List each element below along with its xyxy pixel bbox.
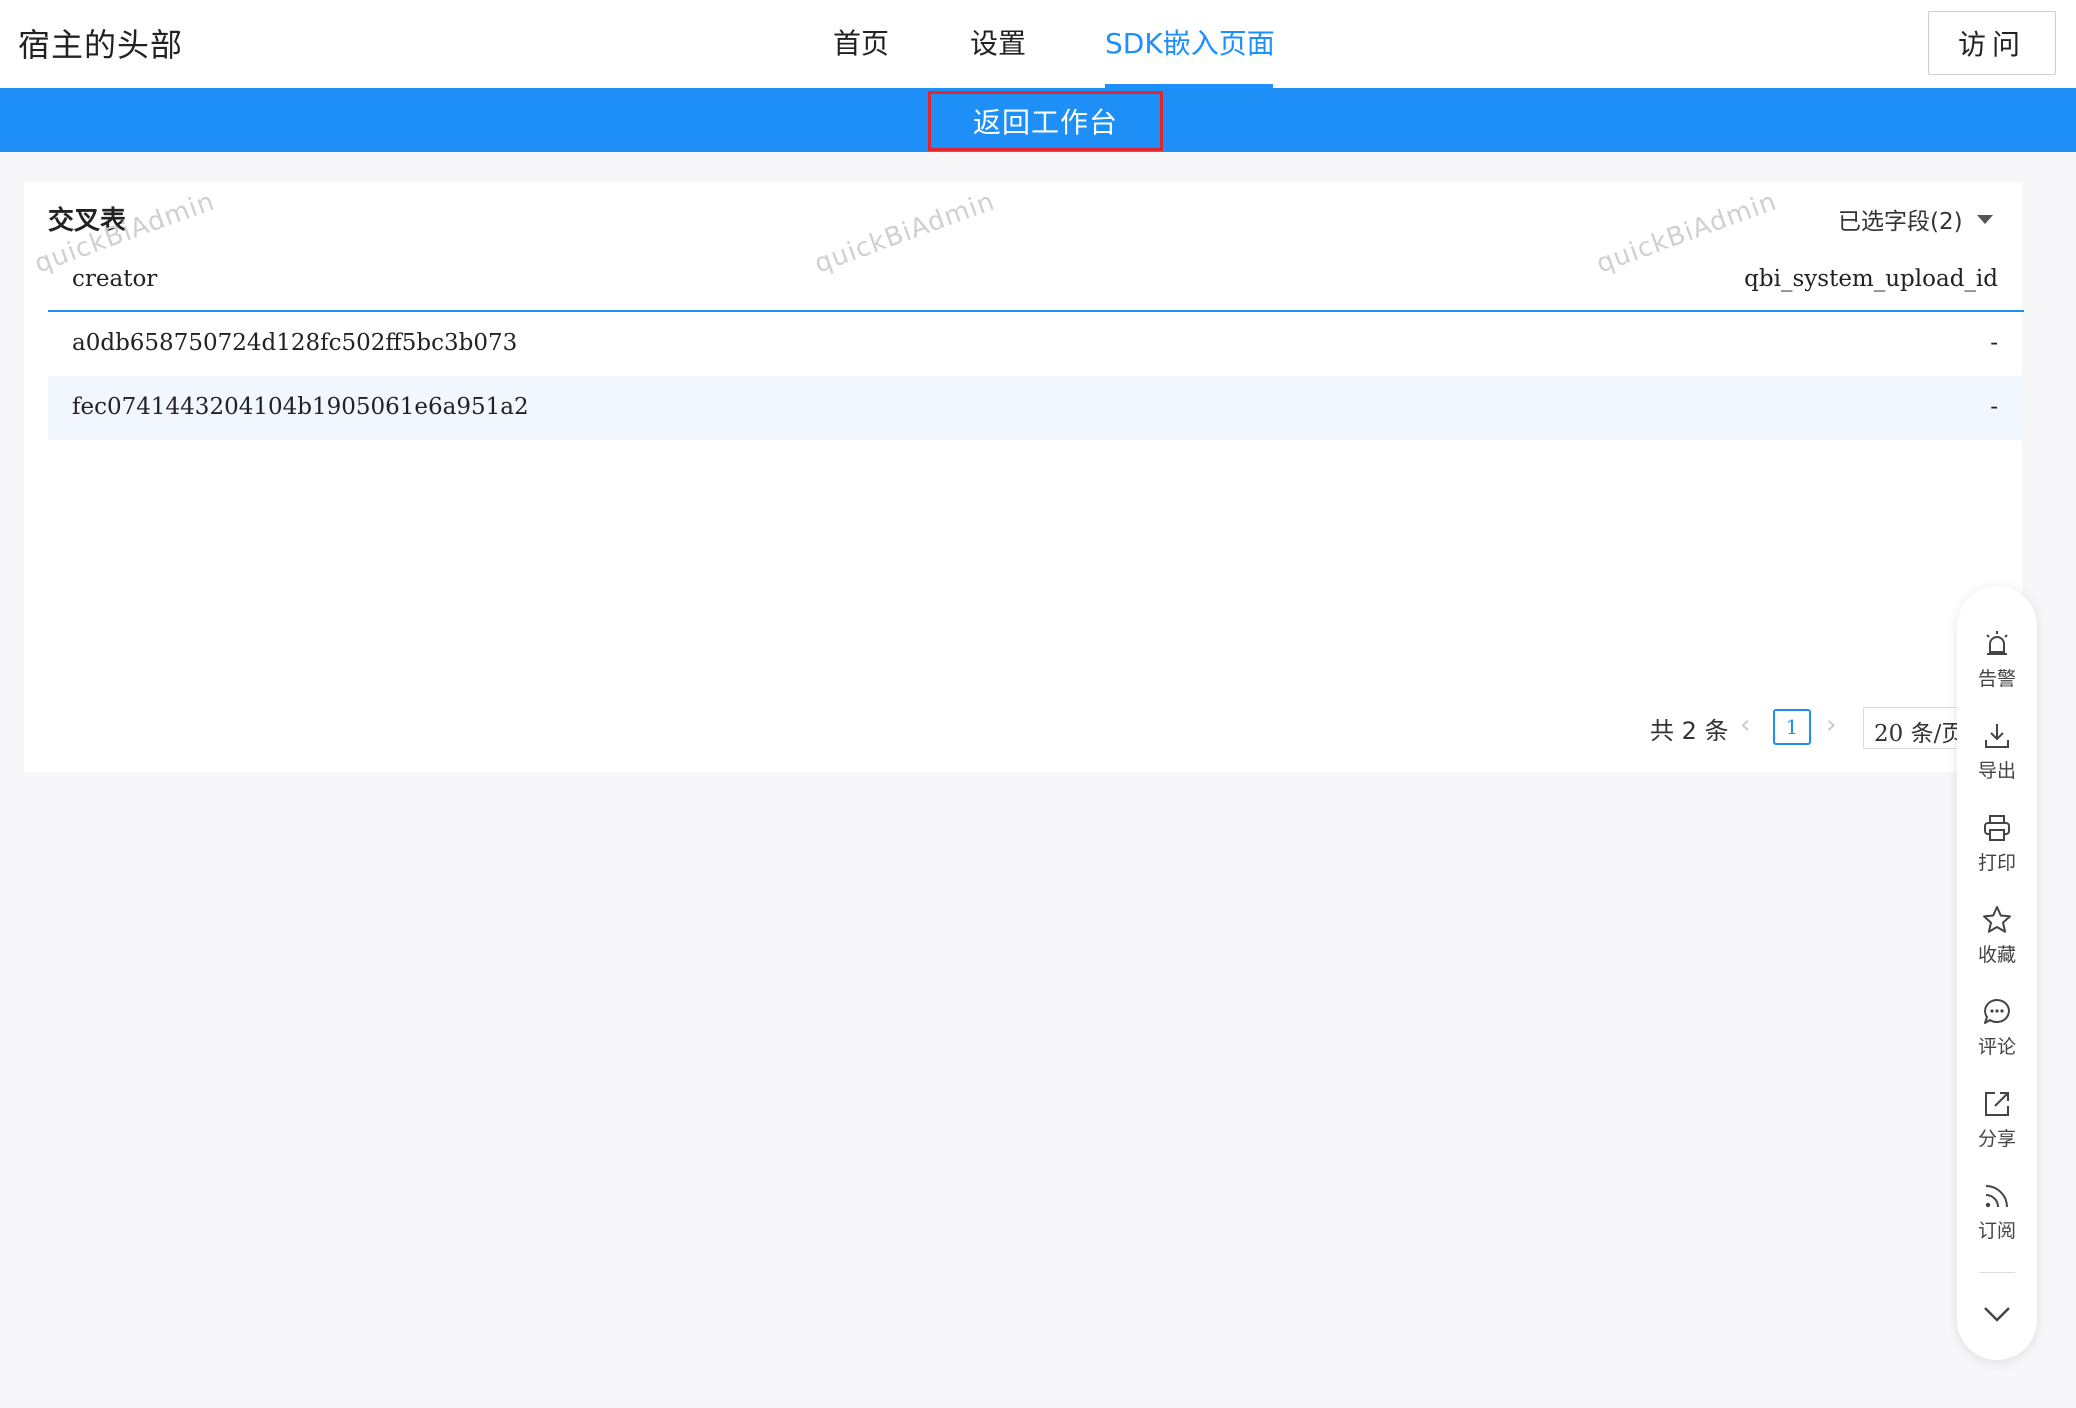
toolbar-label: 分享 [1977, 1128, 2016, 1150]
chevron-down-icon[interactable] [1981, 1302, 2013, 1326]
table-header: creator qbi_system_upload_id [48, 258, 2024, 312]
toolbar-favorite[interactable]: 收藏 [1957, 904, 2037, 967]
table-cell: - [1990, 394, 1998, 420]
alarm-icon [1986, 631, 2008, 655]
comment-icon [1984, 999, 2010, 1024]
share-icon [1985, 1092, 2009, 1116]
card-title: 交叉表 [48, 206, 127, 236]
toolbar-export[interactable]: 导出 [1957, 720, 2037, 783]
nav-item-settings[interactable]: 设置 [970, 22, 1026, 62]
field-selector-dropdown[interactable]: 已选字段(2) [1838, 202, 1993, 236]
page-button-current[interactable]: 1 [1773, 709, 1811, 745]
table-cell: fec0741443204104b1905061e6a951a2 [72, 394, 529, 420]
prev-page-icon[interactable]: ‹ [1740, 710, 1750, 740]
pager-total: 共 2 条 [1650, 717, 1729, 745]
rss-icon [1985, 1185, 2008, 1208]
back-to-workbench-button[interactable]: 返回工作台 [928, 91, 1163, 151]
toolbar-label: 打印 [1977, 852, 2016, 874]
table-cell: a0db658750724d128fc502ff5bc3b073 [72, 330, 518, 356]
toolbar-label: 评论 [1977, 1036, 2016, 1058]
caret-down-icon [1976, 214, 1993, 224]
table-cell: - [1990, 330, 1998, 356]
toolbar-label: 收藏 [1977, 944, 2016, 966]
star-icon [1983, 906, 2011, 933]
brand-title: 宿主的头部 [18, 26, 184, 64]
nav-item-sdk-embed[interactable]: SDK嵌入页面 [1105, 22, 1275, 62]
nav-item-home[interactable]: 首页 [833, 22, 889, 62]
toolbar-comment[interactable]: 评论 [1957, 996, 2037, 1059]
toolbar-label: 告警 [1977, 668, 2016, 690]
toolbar-label: 导出 [1977, 760, 2016, 782]
column-header-creator[interactable]: creator [72, 266, 157, 292]
download-icon [1985, 724, 2009, 748]
floating-toolbar: 告警 导出 打印 收藏 评论 分享 订阅 [1957, 586, 2037, 1360]
visit-button[interactable]: 访问 [1928, 11, 2056, 75]
toolbar-alarm[interactable]: 告警 [1957, 628, 2037, 691]
table-row[interactable]: fec0741443204104b1905061e6a951a2 - [48, 376, 2024, 440]
toolbar-divider [1979, 1272, 2015, 1273]
next-page-icon[interactable]: › [1826, 710, 1836, 740]
column-header-upload-id[interactable]: qbi_system_upload_id [1744, 266, 1998, 292]
toolbar-share[interactable]: 分享 [1957, 1088, 2037, 1151]
toolbar-subscribe[interactable]: 订阅 [1957, 1180, 2037, 1243]
data-table: creator qbi_system_upload_id a0db6587507… [48, 258, 2024, 440]
field-selector-label: 已选字段(2) [1838, 209, 1963, 235]
table-row[interactable]: a0db658750724d128fc502ff5bc3b073 - [48, 312, 2024, 376]
top-header: 宿主的头部 首页 设置 SDK嵌入页面 访问 [0, 0, 2076, 88]
toolbar-label: 订阅 [1977, 1220, 2016, 1242]
toolbar-print[interactable]: 打印 [1957, 812, 2037, 875]
printer-icon [1984, 815, 2010, 841]
